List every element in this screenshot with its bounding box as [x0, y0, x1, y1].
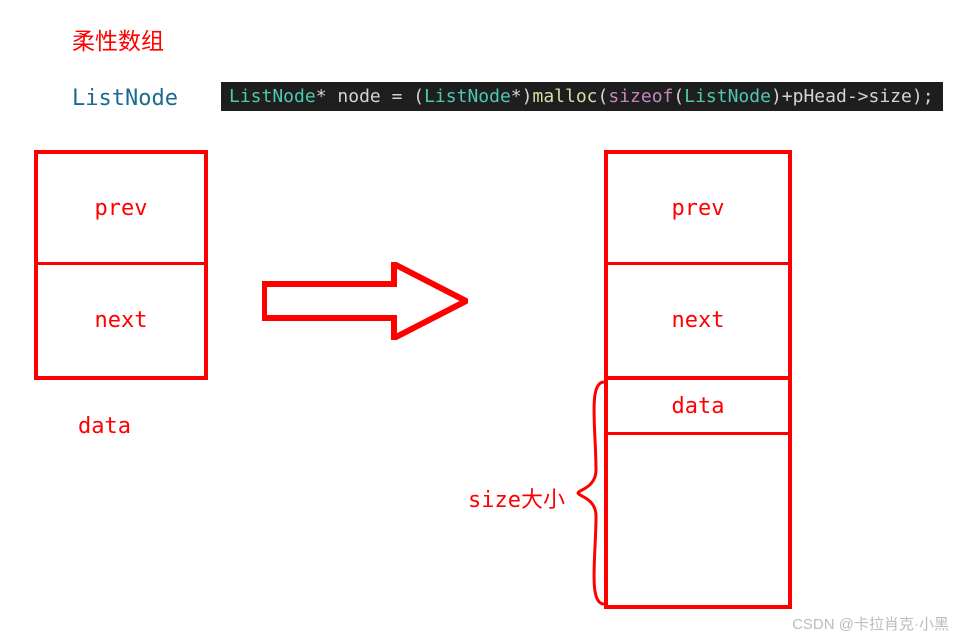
- tok-op: *): [511, 86, 533, 107]
- tok-op: = (: [392, 86, 425, 107]
- member-next: next: [38, 265, 204, 376]
- arrow-icon: [262, 262, 468, 340]
- tok-type: ListNode: [684, 86, 771, 107]
- tok-op: (: [598, 86, 609, 107]
- tok-arrow: ->: [847, 86, 869, 107]
- flex-data-body: [608, 435, 788, 605]
- watermark: CSDN @卡拉肖克·小黑: [792, 613, 949, 634]
- tok-type: ListNode: [229, 86, 316, 107]
- title-flex-array: 柔性数组: [72, 22, 164, 56]
- tok-id: pHead: [793, 86, 847, 107]
- tok-func: malloc: [532, 86, 597, 107]
- tok-op: *: [316, 86, 338, 107]
- member-prev: prev: [608, 154, 788, 265]
- curly-brace-icon: [576, 380, 606, 606]
- code-line: ListNode* node = (ListNode*)malloc(sizeo…: [221, 82, 943, 111]
- flex-data-box: data: [604, 380, 792, 609]
- flex-member-label-left: data: [78, 414, 131, 439]
- tok-id: size: [869, 86, 912, 107]
- struct-box-right: prev next: [604, 150, 792, 380]
- size-label: size大小: [468, 482, 565, 514]
- member-prev: prev: [38, 154, 204, 265]
- tok-semi: ;: [923, 86, 934, 107]
- tok-op: )+: [771, 86, 793, 107]
- member-next: next: [608, 265, 788, 376]
- tok-op: ): [912, 86, 923, 107]
- tok-type: ListNode: [424, 86, 511, 107]
- flex-member-label-right: data: [608, 380, 788, 435]
- tok-kw: sizeof: [608, 86, 673, 107]
- title-struct-name: ListNode: [72, 86, 178, 111]
- tok-op: (: [673, 86, 684, 107]
- tok-id: node: [337, 86, 391, 107]
- struct-box-left: prev next: [34, 150, 208, 380]
